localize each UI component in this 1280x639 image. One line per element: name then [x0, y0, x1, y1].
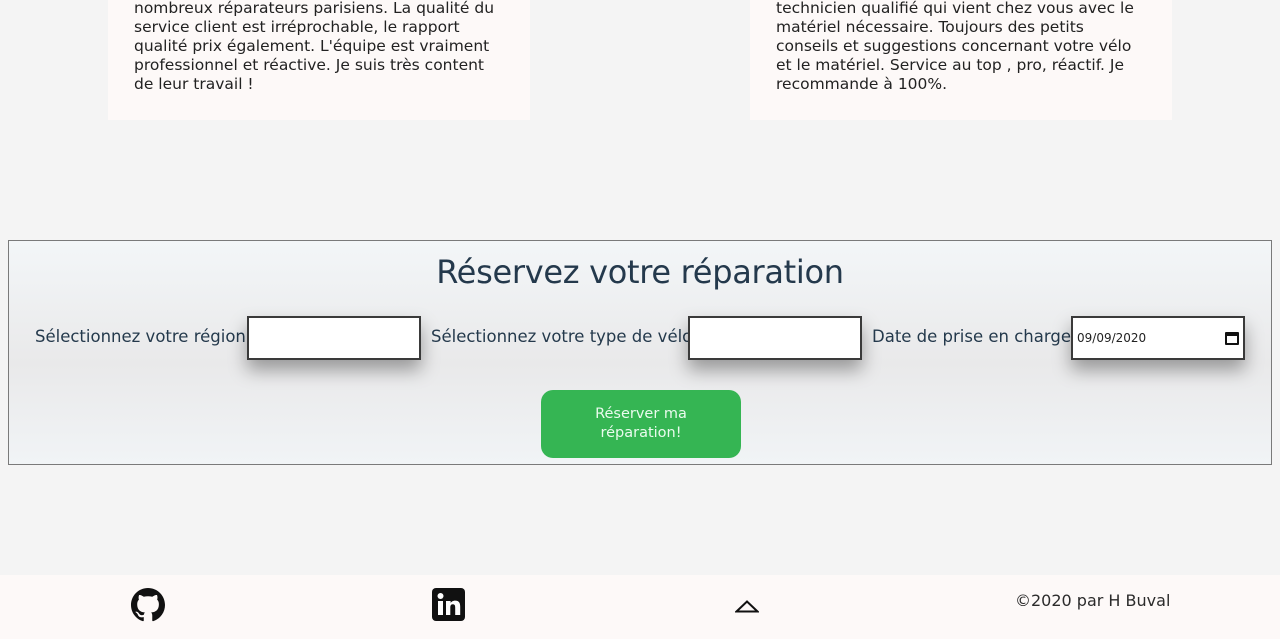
date-input[interactable]: 09/09/2020: [1071, 316, 1245, 360]
chevron-up-icon[interactable]: [734, 598, 760, 613]
github-icon[interactable]: [131, 588, 165, 622]
region-input[interactable]: [247, 316, 421, 360]
testimonials-section: nombreux réparateurs parisiens. La quali…: [0, 0, 1280, 232]
date-label: Date de prise en charge:: [872, 327, 1077, 346]
testimonial-text: technicien qualifié qui vient chez vous …: [776, 0, 1134, 93]
linkedin-icon[interactable]: [432, 588, 465, 621]
testimonial-card: nombreux réparateurs parisiens. La quali…: [108, 0, 530, 120]
footer: ©2020 par H Buval: [0, 575, 1280, 639]
bike-type-input[interactable]: [688, 316, 862, 360]
book-repair-button[interactable]: Réserver ma réparation!: [541, 390, 741, 458]
booking-form: Réservez votre réparation Sélectionnez v…: [8, 240, 1272, 465]
date-value: 09/09/2020: [1077, 331, 1147, 345]
calendar-icon[interactable]: [1225, 331, 1239, 345]
testimonial-text: nombreux réparateurs parisiens. La quali…: [134, 0, 495, 93]
testimonial-card: technicien qualifié qui vient chez vous …: [750, 0, 1172, 120]
region-label: Sélectionnez votre région:: [35, 327, 252, 346]
booking-title: Réservez votre réparation: [436, 253, 844, 291]
copyright-text: ©2020 par H Buval: [1015, 591, 1171, 610]
bike-type-label: Sélectionnez votre type de vélo:: [431, 327, 698, 346]
